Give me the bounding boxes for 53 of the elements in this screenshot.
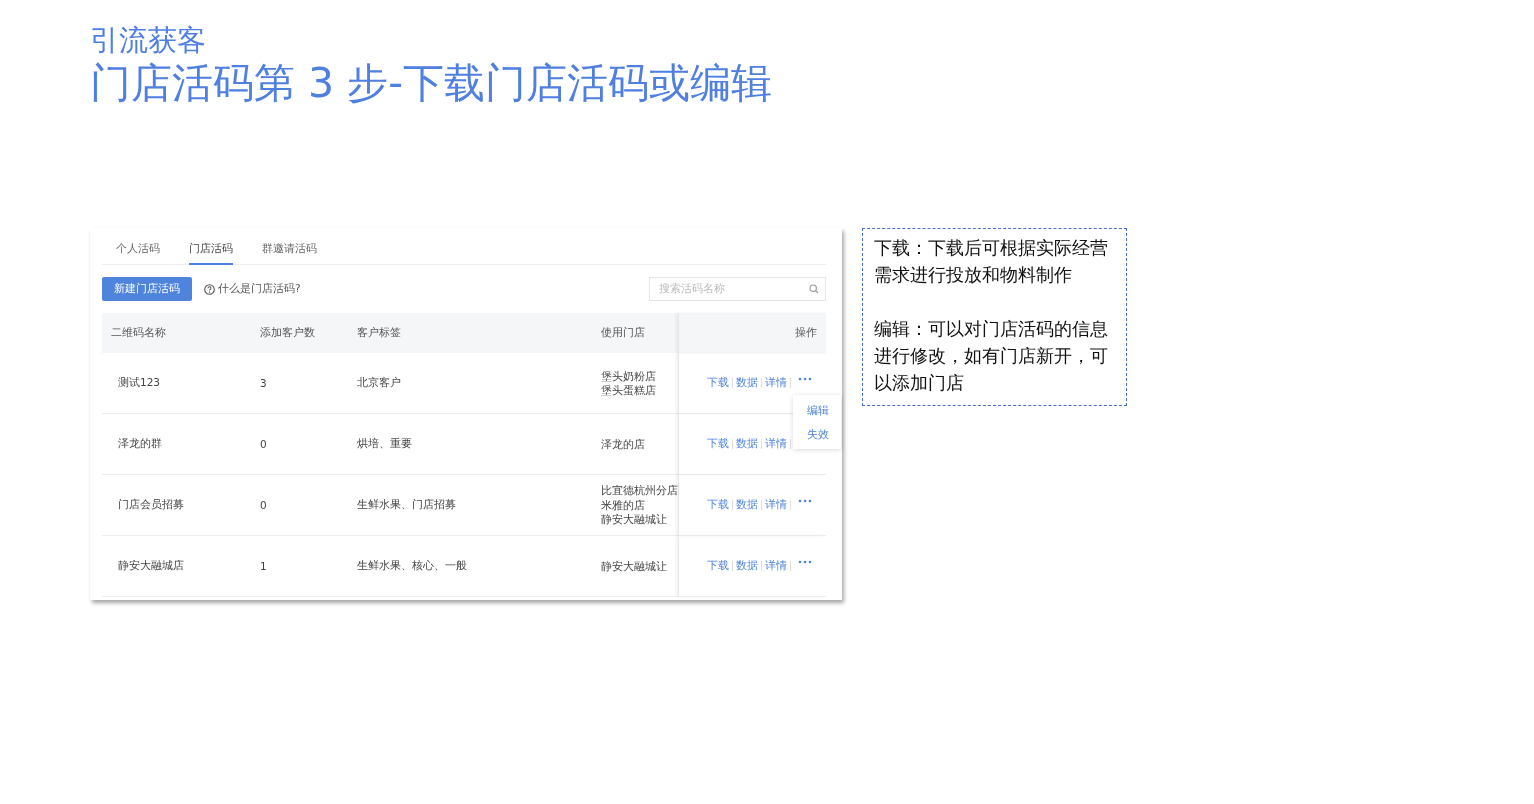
- action-link[interactable]: 详情: [765, 437, 787, 451]
- store-name: 堡头奶粉店: [601, 368, 656, 383]
- action-link[interactable]: 下载: [707, 559, 729, 573]
- action-link[interactable]: 详情: [765, 559, 787, 573]
- column-header: 操作: [678, 313, 826, 353]
- action-link[interactable]: 详情: [765, 498, 787, 512]
- column-header: 客户标签: [348, 313, 592, 353]
- search-icon[interactable]: [809, 284, 819, 294]
- store-name: 米雅的店: [601, 497, 645, 513]
- action-link[interactable]: 详情: [765, 376, 787, 390]
- table-cell: 1: [251, 536, 348, 597]
- help-link[interactable]: 什么是门店活码?: [218, 282, 301, 296]
- action-link[interactable]: 数据: [736, 376, 758, 390]
- action-link[interactable]: 下载: [707, 376, 729, 390]
- table-cell: 烘培、重要: [348, 414, 592, 475]
- action-link[interactable]: 下载: [707, 498, 729, 512]
- store-name: 堡头蛋糕店: [601, 383, 656, 398]
- table-cell: 生鲜水果、门店招募: [348, 475, 592, 536]
- slide-title: 门店活码第 3 步-下载门店活码或编辑: [90, 58, 773, 108]
- action-link[interactable]: 数据: [736, 498, 758, 512]
- menu-item[interactable]: 编辑: [807, 398, 829, 422]
- store-name: 静安大融城让: [601, 558, 667, 574]
- column-header: 添加客户数: [251, 313, 348, 353]
- action-link[interactable]: 数据: [736, 437, 758, 451]
- table-cell: 门店会员招募: [102, 475, 251, 536]
- tab[interactable]: 群邀请活码: [262, 234, 317, 265]
- table-cell: 0: [251, 475, 348, 536]
- more-icon[interactable]: [798, 377, 812, 381]
- action-link[interactable]: 数据: [736, 559, 758, 573]
- store-name: 静安大融城让: [601, 512, 667, 527]
- section-label: 引流获客: [90, 22, 207, 58]
- question-icon: [204, 283, 215, 295]
- table-cell: 3: [251, 353, 348, 414]
- table-cell: 泽龙的群: [102, 414, 251, 475]
- more-icon[interactable]: [798, 560, 812, 564]
- table-cell: 生鲜水果、核心、一般: [348, 536, 592, 597]
- store-name: 比宜德杭州分店: [601, 483, 678, 498]
- search-placeholder: 搜索活码名称: [659, 282, 725, 296]
- menu-item[interactable]: 失效: [807, 422, 829, 446]
- note-paragraph: 下载：下载后可根据实际经营需求进行投放和物料制作: [874, 237, 1109, 287]
- table-cell: 北京客户: [348, 353, 592, 414]
- table-cell: 静安大融城店: [102, 536, 251, 597]
- note-paragraph: 编辑：可以对门店活码的信息进行修改，如有门店新开，可以添加门店: [874, 318, 1109, 395]
- store-name: 泽龙的店: [601, 436, 645, 452]
- new-code-button[interactable]: 新建门店活码: [102, 277, 192, 301]
- tab[interactable]: 个人活码: [116, 234, 160, 265]
- column-header: 二维码名称: [102, 313, 251, 353]
- table-cell: 0: [251, 414, 348, 475]
- table-cell: 测试123: [102, 353, 251, 414]
- more-icon[interactable]: [798, 499, 812, 503]
- column-header: 使用门店: [592, 313, 678, 353]
- tab[interactable]: 门店活码: [189, 234, 233, 265]
- action-link[interactable]: 下载: [707, 437, 729, 451]
